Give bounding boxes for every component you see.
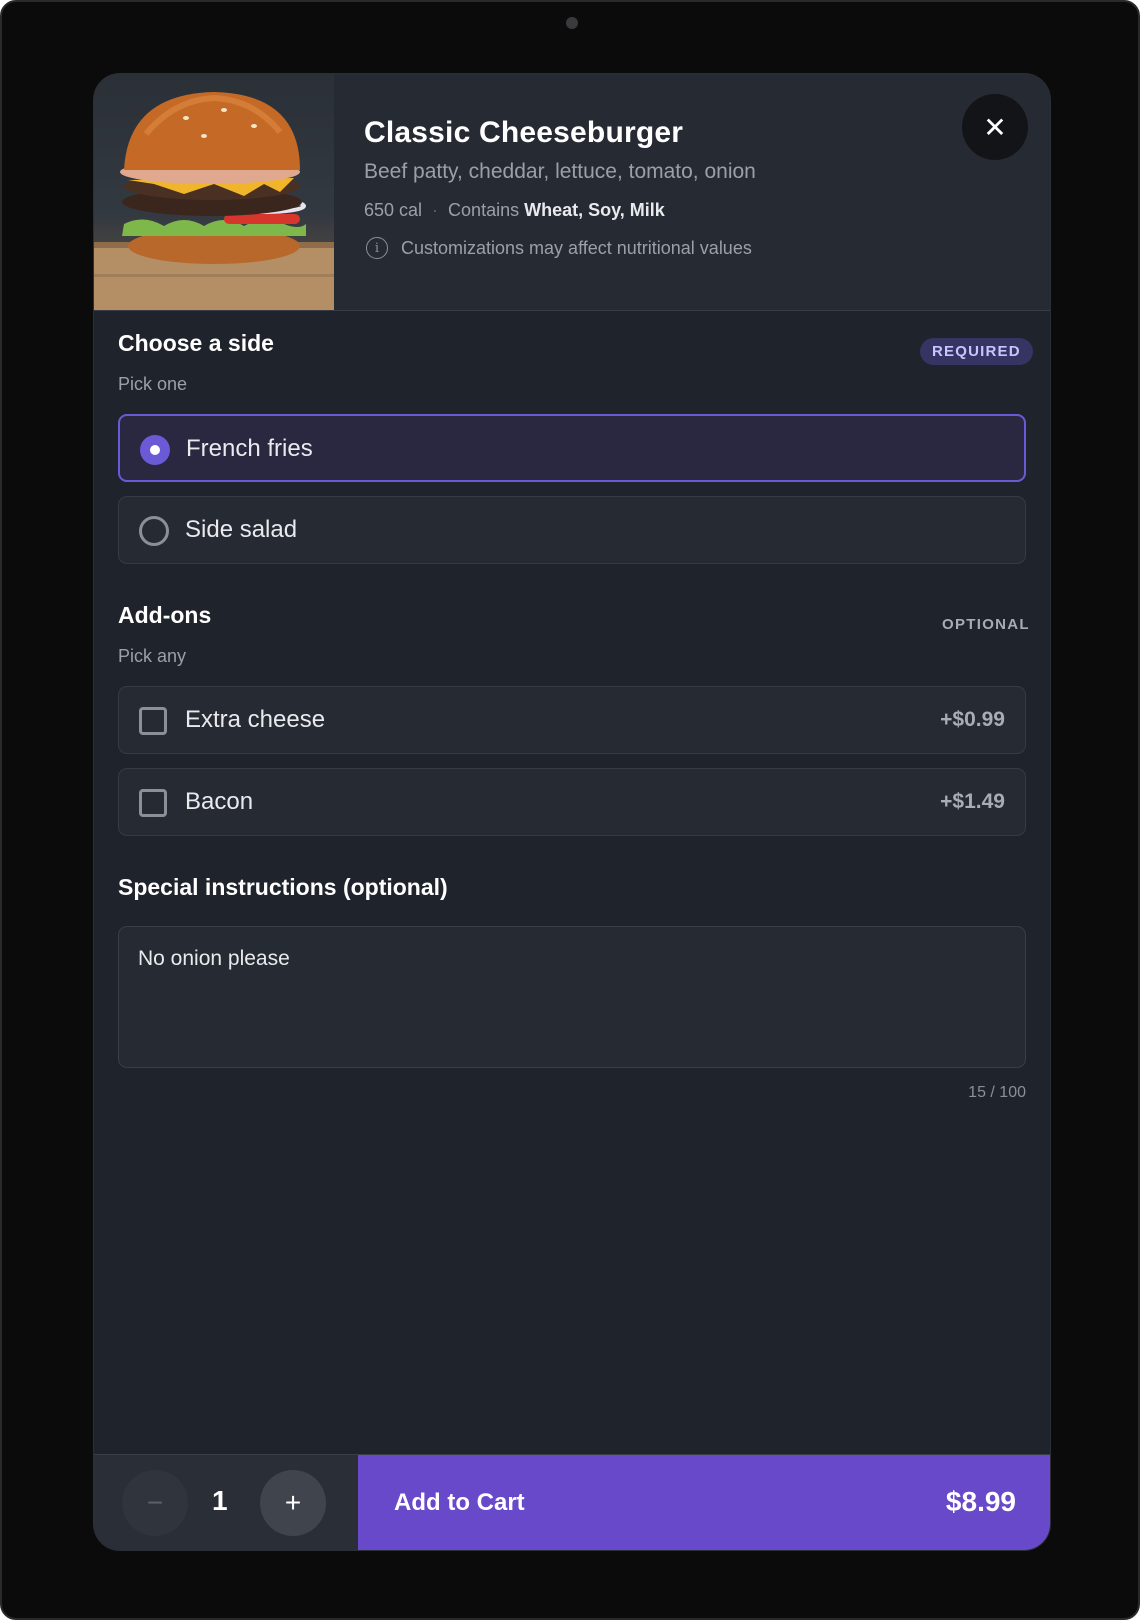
- addon-label: Bacon: [185, 788, 254, 815]
- add-to-cart-button[interactable]: Add to Cart $8.99: [358, 1455, 1050, 1550]
- side-section-title: Choose a side: [118, 330, 274, 356]
- addon-label: Extra cheese: [185, 706, 326, 733]
- allergens: Wheat, Soy, Milk: [524, 200, 665, 220]
- burger-photo: [94, 74, 334, 310]
- info-icon: i: [366, 237, 388, 259]
- quantity-value: 1: [212, 1485, 228, 1516]
- side-option-french-fries[interactable]: French fries: [118, 414, 1026, 482]
- required-badge: REQUIRED: [920, 338, 1033, 365]
- item-customize-modal: Classic Cheeseburger Beef patty, cheddar…: [94, 74, 1050, 1550]
- add-to-cart-label: Add to Cart: [394, 1489, 525, 1516]
- tablet-frame: Classic Cheeseburger Beef patty, cheddar…: [0, 0, 1140, 1620]
- instructions-title: Special instructions (optional): [118, 874, 448, 900]
- minus-icon: −: [146, 1487, 164, 1518]
- close-icon: ✕: [983, 111, 1007, 143]
- addon-bacon[interactable]: Bacon +$1.49: [118, 768, 1026, 836]
- side-option-side-salad[interactable]: Side salad: [118, 496, 1026, 564]
- nutrition-note: i Customizations may affect nutritional …: [366, 237, 752, 259]
- addon-extra-cheese[interactable]: Extra cheese +$0.99: [118, 686, 1026, 754]
- optional-badge: OPTIONAL: [942, 616, 1030, 633]
- checkbox[interactable]: [139, 789, 167, 817]
- nutrition-note-text: Customizations may affect nutritional va…: [401, 237, 752, 258]
- checkbox[interactable]: [139, 707, 167, 735]
- nutrition-line: 650 cal · Contains Wheat, Soy, Milk: [364, 200, 665, 221]
- item-title: Classic Cheeseburger: [364, 116, 684, 149]
- character-counter: 15 / 100: [968, 1084, 1026, 1101]
- addon-price: +$1.49: [940, 790, 1005, 813]
- order-footer: − 1 + Add to Cart $8.99: [94, 1454, 1050, 1550]
- total-price: $8.99: [945, 1486, 1016, 1517]
- camera-dot: [566, 17, 578, 29]
- addons-hint: Pick any: [118, 646, 187, 666]
- calories: 650 cal: [364, 200, 423, 220]
- close-button[interactable]: ✕: [962, 94, 1028, 160]
- radio-selected[interactable]: [140, 435, 170, 465]
- item-header: Classic Cheeseburger Beef patty, cheddar…: [94, 74, 1050, 311]
- contains-label: Contains: [448, 200, 520, 220]
- radio-unselected[interactable]: [139, 516, 169, 546]
- side-option-label: Side salad: [185, 516, 298, 543]
- item-description: Beef patty, cheddar, lettuce, tomato, on…: [364, 160, 756, 183]
- side-hint: Pick one: [118, 374, 188, 394]
- plus-icon: +: [284, 1487, 302, 1518]
- decrease-quantity-button[interactable]: −: [122, 1470, 188, 1536]
- special-instructions-field[interactable]: No onion please: [118, 926, 1026, 1068]
- addons-section-title: Add-ons: [118, 602, 212, 628]
- increase-quantity-button[interactable]: +: [260, 1470, 326, 1536]
- addon-price: +$0.99: [940, 708, 1005, 731]
- side-option-label: French fries: [186, 435, 313, 462]
- separator: ·: [432, 200, 439, 220]
